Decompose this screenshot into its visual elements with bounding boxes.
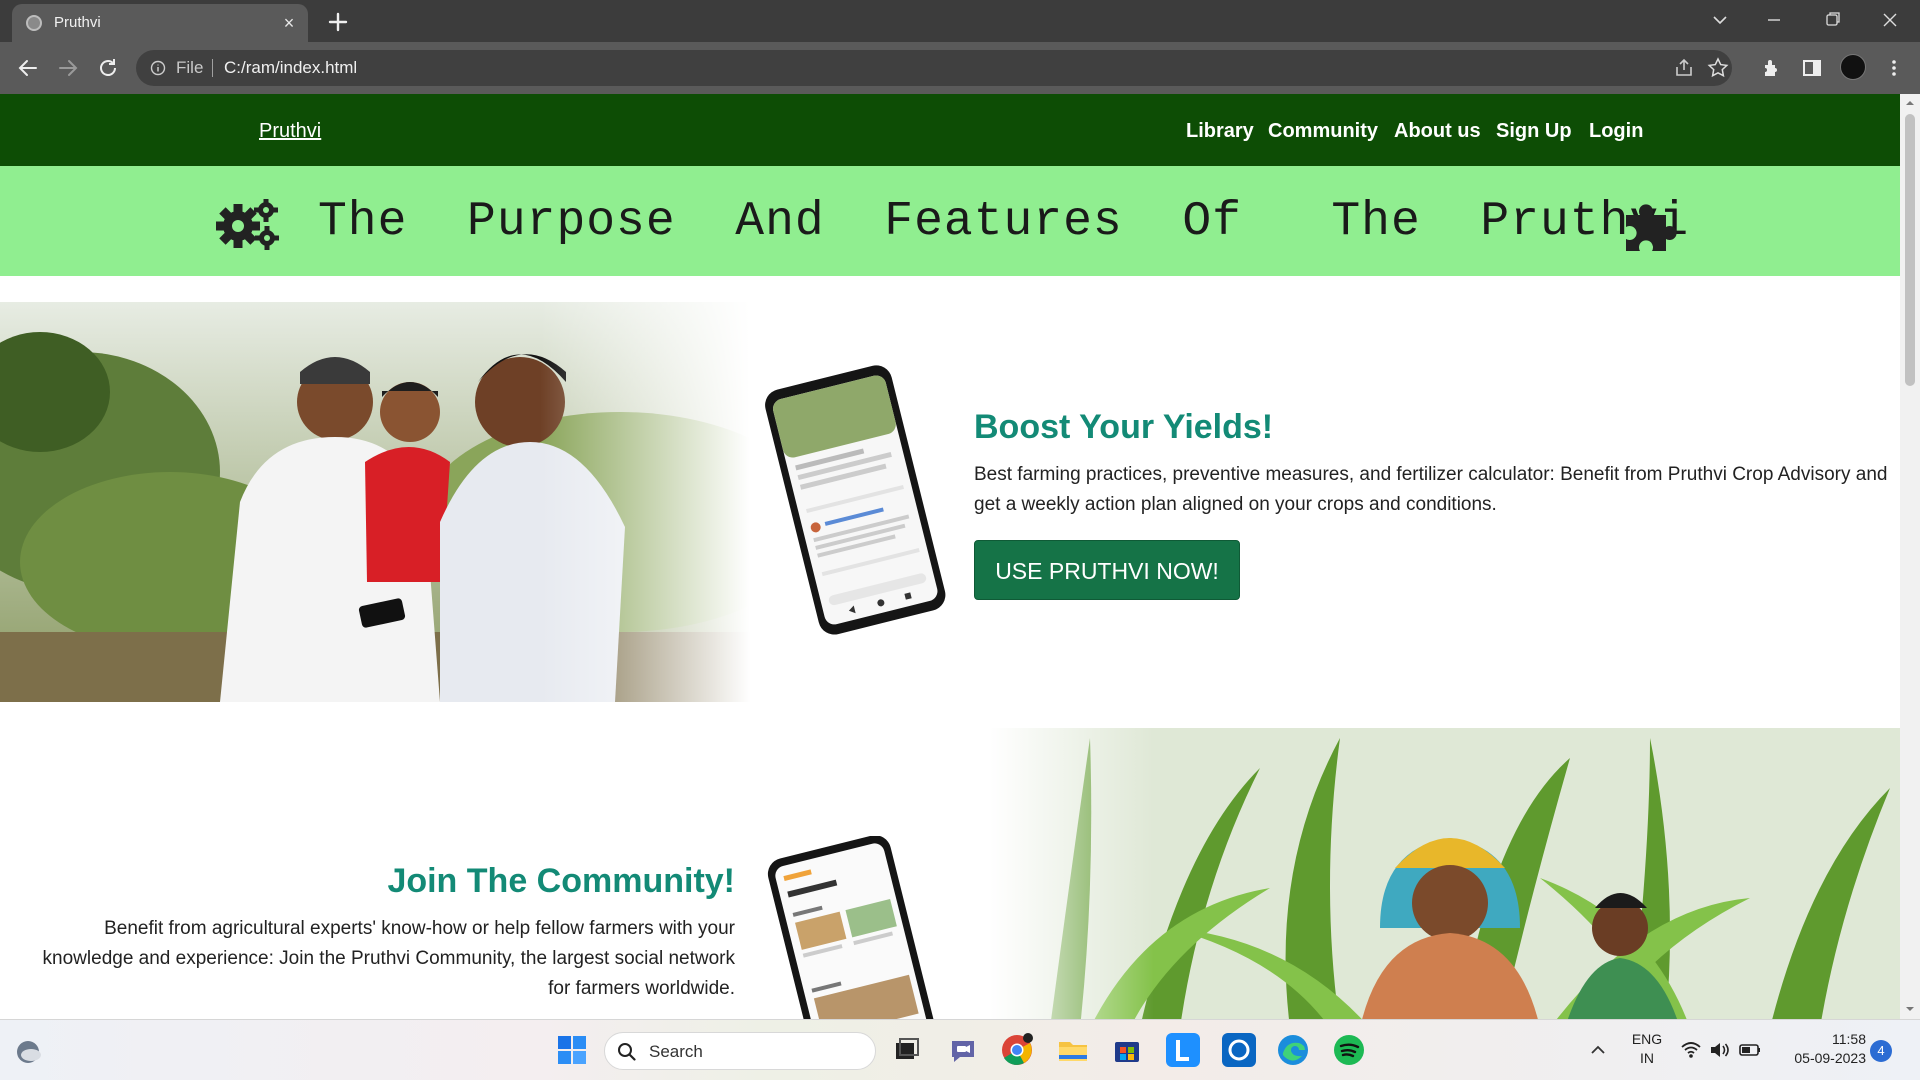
browser-tab-strip: Pruthvi × xyxy=(0,0,1920,42)
lens-l-icon[interactable] xyxy=(1166,1033,1200,1067)
taskbar-search[interactable]: Search xyxy=(604,1032,876,1070)
search-icon xyxy=(617,1042,637,1062)
windows-taskbar: Search ENG IN 11:58 05-09-2023 4 xyxy=(0,1019,1920,1080)
notification-badge[interactable]: 4 xyxy=(1870,1040,1892,1062)
spotify-icon[interactable] xyxy=(1332,1033,1366,1067)
scroll-down-icon[interactable] xyxy=(1905,1004,1915,1014)
tab-search-button[interactable] xyxy=(1700,4,1740,36)
nav-community[interactable]: Community xyxy=(1268,119,1378,143)
scheme-label: File xyxy=(176,58,204,77)
nav-login[interactable]: Login xyxy=(1589,119,1643,143)
reload-button[interactable] xyxy=(92,52,124,84)
star-icon[interactable] xyxy=(1706,56,1730,80)
nav-about-us[interactable]: About us xyxy=(1394,119,1481,143)
divider xyxy=(212,59,213,77)
browser-toolbar: File C:/ram/index.html xyxy=(0,42,1920,94)
side-panel-icon[interactable] xyxy=(1800,56,1824,80)
join-community-description: Benefit from agricultural experts' know-… xyxy=(42,918,735,999)
edge-icon[interactable] xyxy=(1276,1033,1310,1067)
cortana-icon[interactable] xyxy=(1222,1033,1256,1067)
nav-sign-up[interactable]: Sign Up xyxy=(1496,119,1572,143)
weather-icon[interactable] xyxy=(14,1036,44,1066)
browser-tab[interactable]: Pruthvi × xyxy=(12,4,308,42)
back-button[interactable] xyxy=(12,52,44,84)
chevron-up-icon[interactable] xyxy=(1588,1040,1608,1060)
site-navbar: Pruthvi Library Community About us Sign … xyxy=(0,94,1900,166)
boost-yields-description: Best farming practices, preventive measu… xyxy=(974,464,1888,515)
address-bar[interactable]: File C:/ram/index.html xyxy=(136,50,1732,86)
profile-avatar[interactable] xyxy=(1840,54,1866,80)
info-icon[interactable] xyxy=(150,60,166,76)
forward-button[interactable] xyxy=(52,52,84,84)
restore-button[interactable] xyxy=(1813,4,1853,36)
url-text[interactable]: C:/ram/index.html xyxy=(224,58,357,78)
microsoft-store-icon[interactable] xyxy=(1110,1033,1144,1067)
banner-title: The Purpose And Features Of The Pruthvi xyxy=(318,195,1690,249)
globe-icon xyxy=(26,15,42,31)
nav-library[interactable]: Library xyxy=(1186,119,1254,143)
purpose-banner: The Purpose And Features Of The Pruthvi xyxy=(0,166,1900,276)
teams-chat-icon[interactable] xyxy=(946,1033,980,1067)
language-indicator[interactable]: ENG IN xyxy=(1630,1030,1664,1068)
file-explorer-icon[interactable] xyxy=(1056,1033,1090,1067)
tab-title: Pruthvi xyxy=(54,14,101,31)
more-menu-icon[interactable] xyxy=(1882,56,1906,80)
women-in-corn-field-photo xyxy=(990,728,1900,1019)
farmers-photo xyxy=(0,302,750,702)
clock[interactable]: 11:58 05-09-2023 xyxy=(1770,1030,1866,1068)
start-button[interactable] xyxy=(556,1034,588,1066)
page-scrollbar[interactable] xyxy=(1900,94,1920,1019)
community-phone-mockup xyxy=(760,836,960,1019)
clock-time: 11:58 xyxy=(1832,1031,1866,1047)
clock-date: 05-09-2023 xyxy=(1794,1050,1866,1066)
new-tab-button[interactable] xyxy=(324,8,352,36)
chrome-icon[interactable] xyxy=(1000,1033,1034,1067)
task-view-icon[interactable] xyxy=(890,1033,924,1067)
page-viewport: Pruthvi Library Community About us Sign … xyxy=(0,94,1900,1019)
minimize-button[interactable] xyxy=(1754,4,1794,36)
scroll-up-icon[interactable] xyxy=(1905,98,1915,108)
extensions-icon[interactable] xyxy=(1760,56,1784,80)
volume-icon[interactable] xyxy=(1708,1039,1730,1061)
gears-icon xyxy=(214,199,280,251)
share-icon[interactable] xyxy=(1672,56,1696,80)
wifi-icon[interactable] xyxy=(1680,1039,1702,1061)
app-phone-mockup xyxy=(760,362,950,637)
puzzle-icon xyxy=(1624,199,1686,253)
brand-link[interactable]: Pruthvi xyxy=(259,119,321,143)
join-community-heading: Join The Community! xyxy=(387,862,735,900)
use-pruthvi-now-button[interactable]: USE PRUTHVI NOW! xyxy=(974,540,1240,600)
tab-close-button[interactable]: × xyxy=(278,12,300,34)
region-code: IN xyxy=(1640,1050,1654,1066)
close-window-button[interactable] xyxy=(1870,4,1910,36)
scrollbar-thumb[interactable] xyxy=(1905,114,1915,386)
search-placeholder: Search xyxy=(649,1042,703,1061)
language-code: ENG xyxy=(1631,1031,1663,1047)
boost-yields-heading: Boost Your Yields! xyxy=(974,408,1274,446)
battery-icon[interactable] xyxy=(1738,1039,1762,1061)
